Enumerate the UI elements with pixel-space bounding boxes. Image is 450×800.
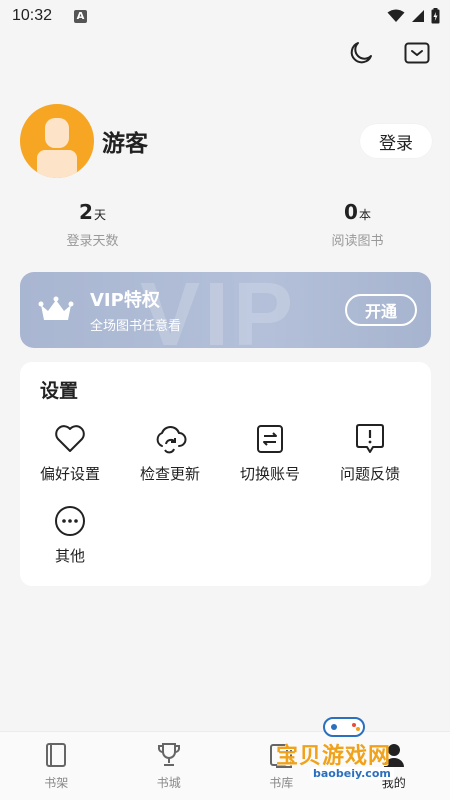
settings-item-label: 其他 [54,547,85,565]
stat-value-wrap: 0本 [285,200,430,224]
settings-item-check-update[interactable]: 检查更新 [120,422,220,484]
vip-watermark: VIP [140,272,298,348]
top-actions [346,38,432,68]
stat-unit: 天 [93,208,106,222]
bookshelf-icon [43,742,69,768]
nav-label: 书架 [44,776,69,790]
settings-item-label: 偏好设置 [39,465,100,483]
nav-item-library[interactable]: 书库 [225,732,338,800]
signal-icon [412,10,424,22]
heart-icon [53,422,87,456]
stat-login-days[interactable]: 2天 登录天数 [0,200,225,249]
settings-item-switch-account[interactable]: 切换账号 [220,422,320,484]
feedback-icon [353,422,387,456]
crown-icon [38,295,74,325]
stat-value: 0 [344,200,358,224]
stat-label: 登录天数 [66,234,119,249]
username: 游客 [102,131,148,157]
message-button[interactable] [402,38,432,68]
vip-card[interactable]: VIP VIP特权 全场图书任意看 开通 [20,272,431,348]
settings-item-other[interactable]: 其他 [20,504,120,566]
stat-value: 2 [79,200,93,224]
library-icon [268,742,294,768]
wifi-icon [387,9,405,22]
nav-label: 书城 [156,776,181,790]
stats-row: 2天 登录天数 0本 阅读图书 [0,200,450,249]
stat-value-wrap: 2天 [20,200,165,224]
settings-item-label: 切换账号 [239,465,300,483]
settings-item-label: 检查更新 [139,465,200,483]
nav-label: 我的 [381,776,406,790]
notification-icon: A [74,9,88,23]
nav-label: 书库 [269,776,294,790]
more-icon [53,504,87,538]
avatar[interactable] [20,104,94,178]
message-icon [404,42,430,64]
settings-card: 设置 偏好设置 检查更新 切换账号 问题反馈 其他 [20,362,431,586]
vip-activate-button[interactable]: 开通 [345,294,417,326]
night-mode-button[interactable] [346,38,376,68]
settings-item-preferences[interactable]: 偏好设置 [20,422,120,484]
bottom-nav: 书架 书城 书库 我的 [0,731,450,800]
nav-item-profile[interactable]: 我的 [338,732,450,800]
status-time: 10:32 [12,7,53,24]
user-avatar-icon [37,118,77,178]
stat-books-read[interactable]: 0本 阅读图书 [225,200,450,249]
settings-item-label: 问题反馈 [339,465,400,483]
cloud-refresh-icon [153,422,187,456]
moon-icon [350,42,372,64]
profile-icon [381,742,407,768]
nav-item-bookshelf[interactable]: 书架 [0,732,113,800]
nav-item-bookstore[interactable]: 书城 [113,732,226,800]
switch-account-icon [253,422,287,456]
settings-title: 设置 [40,380,79,402]
profile-section: 游客 登录 [20,103,432,179]
stat-unit: 本 [358,208,371,222]
trophy-icon [156,742,182,768]
status-bar: 10:32 A [0,0,450,32]
status-indicators [387,8,440,24]
battery-icon [431,8,440,24]
stat-label: 阅读图书 [331,234,384,249]
settings-item-feedback[interactable]: 问题反馈 [320,422,420,484]
login-button[interactable]: 登录 [360,124,432,158]
